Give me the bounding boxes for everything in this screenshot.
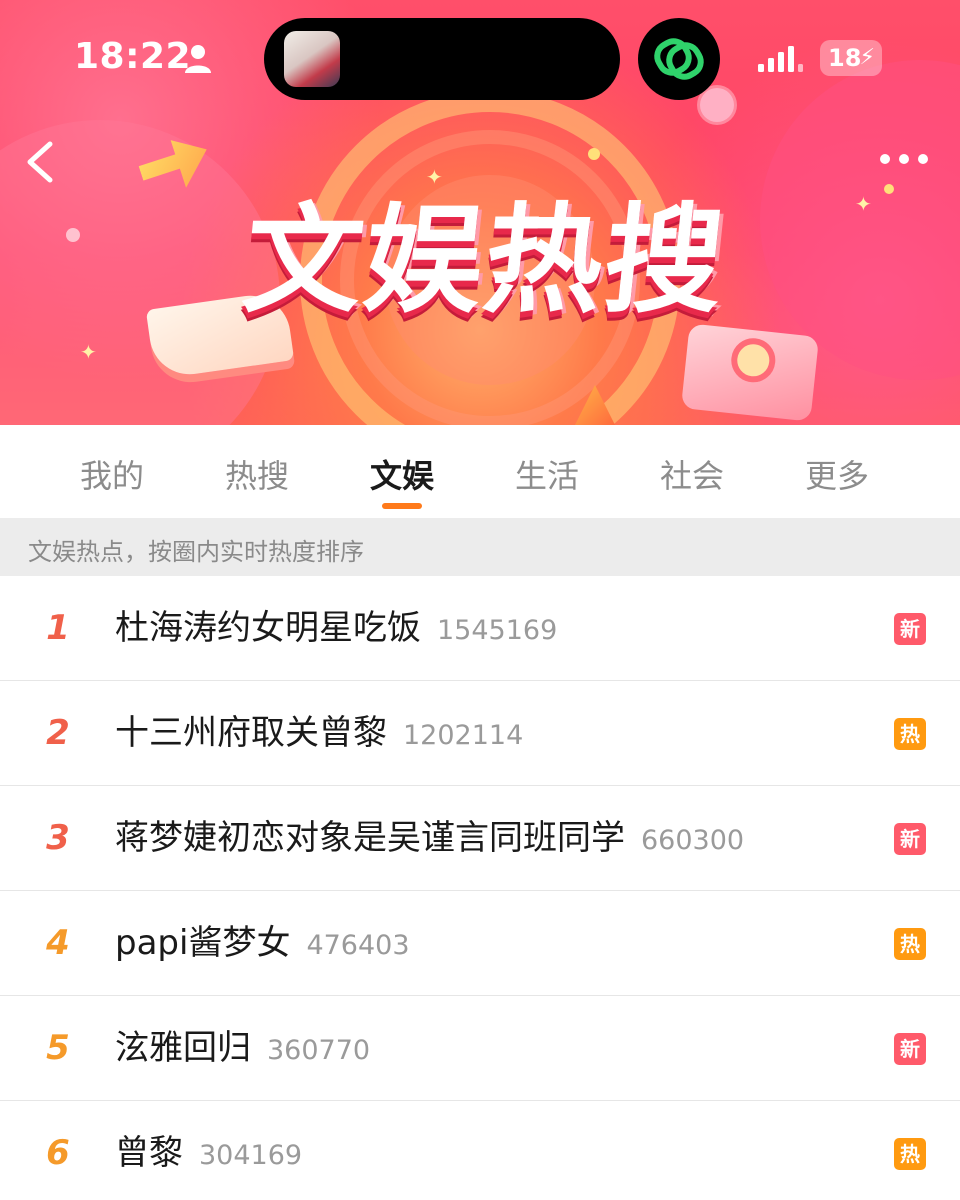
rank-number: 1	[46, 608, 70, 648]
person-icon	[185, 45, 211, 73]
new-badge: 新	[894, 823, 926, 855]
heat-count: 304169	[199, 1140, 303, 1171]
tab-society[interactable]: 社会	[637, 451, 747, 497]
dynamic-island[interactable]	[264, 18, 620, 100]
list-item[interactable]: 2 十三州府取关曾黎 1202114 热	[0, 681, 960, 786]
item-title[interactable]: 泫雅回归	[115, 1028, 251, 1068]
signal-icon	[758, 46, 803, 72]
hot-search-list: 1 杜海涛约女明星吃饭 1545169 新 2 十三州府取关曾黎 1202114 热…	[0, 576, 960, 1200]
item-title[interactable]: papi酱梦女	[115, 923, 290, 963]
list-item[interactable]: 6 曾黎 304169 热	[0, 1101, 960, 1200]
tab-life[interactable]: 生活	[492, 451, 602, 497]
active-tab-indicator	[382, 503, 422, 509]
back-arrow-icon[interactable]	[22, 138, 58, 186]
tab-hot-search[interactable]: 热搜	[202, 451, 312, 497]
battery-icon: 18 ⚡	[820, 40, 882, 76]
rank-number: 3	[46, 818, 70, 858]
heat-count: 476403	[306, 930, 410, 961]
tab-bar: 我的 热搜 文娱 生活 社会 更多	[0, 425, 960, 518]
item-title[interactable]: 曾黎	[115, 1133, 183, 1173]
heat-count: 660300	[641, 825, 745, 856]
subtitle-text: 文娱热点，按圈内实时热度排序	[28, 538, 364, 566]
banner-title: 文娱热搜	[237, 191, 733, 329]
rank-number: 2	[46, 713, 70, 753]
tab-more[interactable]: 更多	[782, 451, 892, 497]
list-item[interactable]: 4 papi酱梦女 476403 热	[0, 891, 960, 996]
item-title[interactable]: 十三州府取关曾黎	[115, 713, 387, 753]
heat-count: 1545169	[437, 615, 558, 646]
more-dots-icon[interactable]	[878, 152, 930, 166]
item-title[interactable]: 杜海涛约女明星吃饭	[115, 608, 421, 648]
subtitle-bar: 文娱热点，按圈内实时热度排序	[0, 518, 960, 576]
hot-badge: 热	[894, 718, 926, 750]
heat-count: 360770	[267, 1035, 371, 1066]
hot-badge: 热	[894, 928, 926, 960]
link-icon	[654, 38, 704, 80]
avatar	[284, 31, 340, 87]
sparkle-icon: ✦	[855, 192, 872, 216]
list-item[interactable]: 3 蒋梦婕初恋对象是吴谨言同班同学 660300 新	[0, 786, 960, 891]
link-bubble[interactable]	[638, 18, 720, 100]
charging-bolt-icon: ⚡	[859, 45, 875, 70]
dot-decoration	[588, 148, 600, 160]
hot-badge: 热	[894, 1138, 926, 1170]
dot-decoration	[66, 228, 80, 242]
rank-number: 6	[46, 1133, 70, 1173]
item-title[interactable]: 蒋梦婕初恋对象是吴谨言同班同学	[115, 818, 625, 858]
tab-mine[interactable]: 我的	[57, 451, 167, 497]
banner-decoration	[760, 60, 960, 380]
battery-level: 18	[828, 44, 862, 72]
new-badge: 新	[894, 1033, 926, 1065]
sparkle-icon: ✦	[80, 340, 97, 364]
list-item[interactable]: 1 杜海涛约女明星吃饭 1545169 新	[0, 576, 960, 681]
list-item[interactable]: 5 泫雅回归 360770 新	[0, 996, 960, 1101]
rank-number: 4	[46, 923, 70, 963]
heat-count: 1202114	[403, 720, 524, 751]
dot-decoration	[884, 184, 894, 194]
new-badge: 新	[894, 613, 926, 645]
tab-entertainment[interactable]: 文娱	[347, 451, 457, 497]
rank-number: 5	[46, 1028, 70, 1068]
status-time: 18:22	[74, 36, 192, 77]
